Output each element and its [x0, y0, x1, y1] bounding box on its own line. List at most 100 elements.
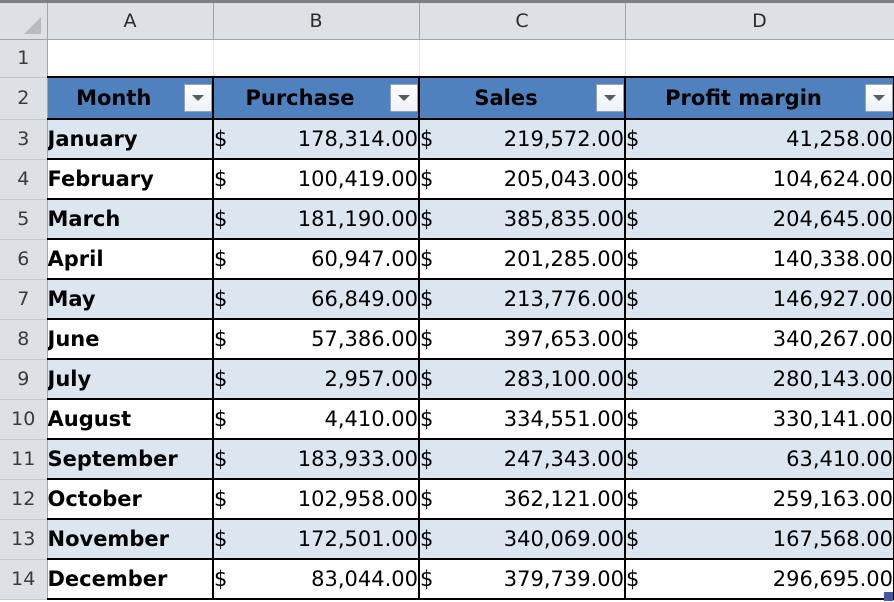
cell-sales[interactable]: $334,551.00 [419, 399, 626, 440]
cell-purchase[interactable]: $178,314.00 [213, 119, 420, 160]
empty-cell[interactable] [419, 39, 626, 78]
row-header-9[interactable]: 9 [0, 359, 48, 400]
cell-profit-margin[interactable]: $296,695.00 [625, 559, 894, 600]
table-header-cell-sales[interactable]: Sales [419, 76, 626, 120]
row-header-1[interactable]: 1 [0, 39, 48, 78]
table-header-cell-purchase[interactable]: Purchase [213, 76, 420, 120]
table-header-cell-month[interactable]: Month [47, 76, 214, 120]
table-resize-handle[interactable] [884, 592, 893, 601]
cell-month[interactable]: October [47, 479, 214, 520]
cell-profit-margin[interactable]: $340,267.00 [625, 319, 894, 360]
row-header-10[interactable]: 10 [0, 399, 48, 440]
cell-month[interactable]: August [47, 399, 214, 440]
cell-sales[interactable]: $385,835.00 [419, 199, 626, 240]
cell-month[interactable]: February [47, 159, 214, 200]
row-header-14[interactable]: 14 [0, 559, 48, 600]
cell-sales[interactable]: $201,285.00 [419, 239, 626, 280]
filter-button-month[interactable] [184, 84, 211, 112]
cell-month[interactable]: January [47, 119, 214, 160]
row-header-7[interactable]: 7 [0, 279, 48, 320]
cell-sales[interactable]: $362,121.00 [419, 479, 626, 520]
row-header-2[interactable]: 2 [0, 77, 48, 120]
row-header-3[interactable]: 3 [0, 119, 48, 160]
cell-month[interactable]: December [47, 559, 214, 600]
cell-purchase[interactable]: $181,190.00 [213, 199, 420, 240]
cell-sales[interactable]: $397,653.00 [419, 319, 626, 360]
cell-sales[interactable]: $340,069.00 [419, 519, 626, 560]
currency-value: $330,141.00 [626, 407, 892, 431]
currency-symbol: $ [626, 527, 640, 551]
cell-profit-margin[interactable]: $330,141.00 [625, 399, 894, 440]
amount-value: 283,100.00 [503, 367, 624, 391]
column-header-a[interactable]: A [47, 3, 214, 40]
select-all-corner[interactable] [0, 3, 48, 40]
cell-profit-margin[interactable]: $140,338.00 [625, 239, 894, 280]
cell-sales[interactable]: $219,572.00 [419, 119, 626, 160]
currency-value: $201,285.00 [420, 247, 624, 271]
row-header-5[interactable]: 5 [0, 199, 48, 240]
cell-purchase[interactable]: $4,410.00 [213, 399, 420, 440]
currency-symbol: $ [626, 487, 640, 511]
amount-value: 167,568.00 [772, 527, 893, 551]
cell-purchase[interactable]: $60,947.00 [213, 239, 420, 280]
cell-sales[interactable]: $205,043.00 [419, 159, 626, 200]
empty-cell[interactable] [213, 39, 420, 78]
cell-month[interactable]: May [47, 279, 214, 320]
cell-profit-margin[interactable]: $41,258.00 [625, 119, 894, 160]
cell-purchase[interactable]: $83,044.00 [213, 559, 420, 600]
cell-profit-margin[interactable]: $146,927.00 [625, 279, 894, 320]
currency-symbol: $ [214, 407, 228, 431]
cell-month[interactable]: April [47, 239, 214, 280]
cell-purchase[interactable]: $66,849.00 [213, 279, 420, 320]
cell-sales[interactable]: $247,343.00 [419, 439, 626, 480]
chevron-down-icon [604, 95, 616, 101]
cell-purchase[interactable]: $100,419.00 [213, 159, 420, 200]
currency-symbol: $ [214, 367, 228, 391]
cell-month[interactable]: July [47, 359, 214, 400]
cell-profit-margin[interactable]: $204,645.00 [625, 199, 894, 240]
row-header-6[interactable]: 6 [0, 239, 48, 280]
row-header-4[interactable]: 4 [0, 159, 48, 200]
amount-value: 340,069.00 [503, 527, 624, 551]
row-header-11[interactable]: 11 [0, 439, 48, 480]
table-row: 8 June $57,386.00 $397,653.00 $340,267.00 [0, 319, 894, 360]
cell-profit-margin[interactable]: $280,143.00 [625, 359, 894, 400]
currency-value: $213,776.00 [420, 287, 623, 311]
cell-sales[interactable]: $283,100.00 [419, 359, 626, 400]
row-header-12[interactable]: 12 [0, 479, 48, 520]
cell-purchase[interactable]: $172,501.00 [213, 519, 420, 560]
cell-profit-margin[interactable]: $63,410.00 [625, 439, 894, 480]
column-header-b[interactable]: B [213, 3, 420, 40]
cell-month[interactable]: November [47, 519, 214, 560]
row-header-13[interactable]: 13 [0, 519, 48, 560]
empty-cell[interactable] [47, 39, 214, 78]
filter-button-profit-margin[interactable] [865, 84, 892, 112]
cell-purchase[interactable]: $102,958.00 [213, 479, 420, 520]
row-header-8[interactable]: 8 [0, 319, 48, 360]
cell-purchase[interactable]: $183,933.00 [213, 439, 420, 480]
column-header-c[interactable]: C [419, 3, 626, 40]
table-row: 3 January $178,314.00 $219,572.00 $41,258.00 [0, 119, 894, 160]
cell-profit-margin[interactable]: $167,568.00 [625, 519, 894, 560]
cell-profit-margin[interactable]: $259,163.00 [625, 479, 894, 520]
filter-button-sales[interactable] [596, 84, 623, 112]
cell-profit-margin[interactable]: $104,624.00 [625, 159, 894, 200]
currency-value: $283,100.00 [420, 367, 624, 391]
currency-value: $181,190.00 [214, 207, 417, 231]
table-header-cell-profit-margin[interactable]: Profit margin [625, 76, 894, 120]
currency-value: $379,739.00 [420, 567, 623, 591]
cell-sales[interactable]: $379,739.00 [419, 559, 626, 600]
cell-month[interactable]: September [47, 439, 214, 480]
currency-symbol: $ [214, 327, 228, 351]
amount-value: 140,338.00 [772, 247, 893, 271]
cell-month[interactable]: March [47, 199, 214, 240]
empty-cell[interactable] [625, 39, 894, 78]
filter-button-purchase[interactable] [390, 84, 417, 112]
cell-purchase[interactable]: $2,957.00 [213, 359, 420, 400]
column-header-d[interactable]: D [625, 3, 894, 40]
cell-sales[interactable]: $213,776.00 [419, 279, 626, 320]
cell-purchase[interactable]: $57,386.00 [213, 319, 420, 360]
cell-month[interactable]: June [47, 319, 214, 360]
currency-symbol: $ [214, 127, 228, 151]
amount-value: 201,285.00 [503, 247, 624, 271]
